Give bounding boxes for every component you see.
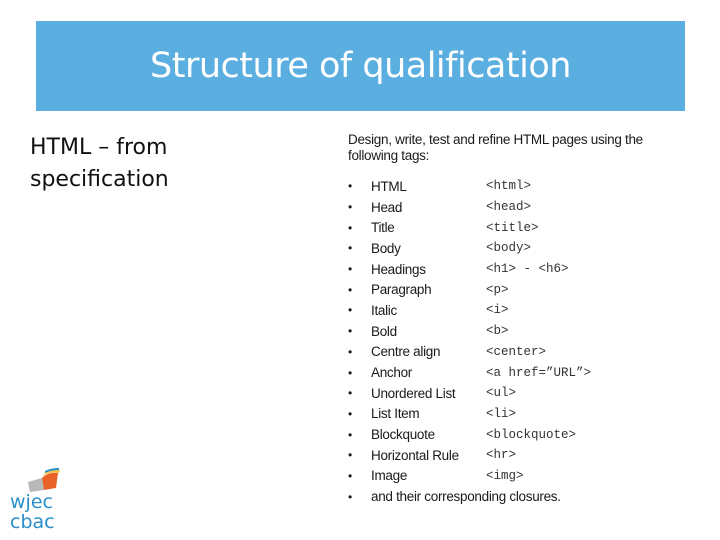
tag-list-item: • Headings <h1> - <h6>	[348, 259, 678, 280]
tag-list-item: • Body <body>	[348, 238, 678, 259]
tag-list-item: • Blockquote <blockquote>	[348, 424, 678, 445]
element-name: Italic	[371, 302, 397, 318]
element-name: Body	[371, 240, 401, 256]
bullet-icon: •	[348, 303, 352, 318]
tag-list-item: • Anchor <a href=”URL”>	[348, 362, 678, 383]
element-tag: <li>	[486, 406, 517, 421]
bullet-icon: •	[348, 406, 352, 421]
tag-list-item: • Paragraph <p>	[348, 279, 678, 300]
tag-list-item: • Image <img>	[348, 466, 678, 487]
element-tag: <p>	[486, 282, 509, 297]
element-name: List Item	[371, 406, 420, 422]
tag-list-item: • Title <title>	[348, 217, 678, 238]
bullet-icon: •	[348, 241, 352, 256]
tag-list-item: • Horizontal Rule <hr>	[348, 445, 678, 466]
element-name: Centre align	[371, 344, 441, 360]
tag-list-item: • Centre align <center>	[348, 342, 678, 363]
element-name: Headings	[371, 261, 426, 277]
title-bar: Structure of qualification	[36, 21, 685, 111]
element-name: Unordered List	[371, 385, 456, 401]
element-tag: <ul>	[486, 386, 517, 401]
left-caption: HTML – from specification	[30, 135, 169, 192]
bullet-icon: •	[348, 489, 352, 504]
element-tag: <title>	[486, 220, 539, 235]
element-name: Title	[371, 220, 395, 236]
element-tag: <hr>	[486, 448, 517, 463]
closing-text: and their corresponding closures.	[371, 489, 561, 505]
bullet-icon: •	[348, 324, 352, 339]
element-tag: <b>	[486, 324, 509, 339]
wjec-cbac-logo: wjec cbac	[10, 468, 60, 530]
specification-excerpt: Design, write, test and refine HTML page…	[348, 132, 678, 507]
element-name: Head	[371, 199, 403, 215]
bullet-icon: •	[348, 365, 352, 380]
bullet-icon: •	[348, 262, 352, 277]
spec-intro: Design, write, test and refine HTML page…	[348, 132, 643, 163]
element-name: Anchor	[371, 365, 412, 381]
logo-text-cbac: cbac	[10, 511, 55, 530]
book-icon	[28, 468, 60, 492]
element-name: Bold	[371, 323, 397, 339]
bullet-icon: •	[348, 200, 352, 215]
element-tag: <h1> - <h6>	[486, 262, 569, 277]
slide-title: Structure of qualification	[150, 46, 571, 86]
element-tag: <body>	[486, 241, 532, 256]
element-tag: <blockquote>	[486, 427, 577, 442]
element-tag: <i>	[486, 303, 509, 318]
tag-list-closing: • and their corresponding closures.	[348, 486, 678, 507]
element-tag: <html>	[486, 179, 532, 194]
tag-list-item: • Unordered List <ul>	[348, 383, 678, 404]
logo-text-wjec: wjec	[10, 491, 53, 513]
tag-list-item: • HTML <html>	[348, 176, 678, 197]
bullet-icon: •	[348, 468, 352, 483]
bullet-icon: •	[348, 179, 352, 194]
bullet-icon: •	[348, 448, 352, 463]
bullet-icon: •	[348, 427, 352, 442]
tag-list-item: • Head <head>	[348, 197, 678, 218]
element-name: Horizontal Rule	[371, 447, 459, 463]
element-name: Image	[371, 468, 408, 484]
bullet-icon: •	[348, 344, 352, 359]
bullet-icon: •	[348, 386, 352, 401]
bullet-icon: •	[348, 282, 352, 297]
element-name: Paragraph	[371, 282, 432, 298]
element-tag: <head>	[486, 200, 532, 215]
element-name: HTML	[371, 178, 407, 194]
element-name: Blockquote	[371, 427, 435, 443]
element-tag: <img>	[486, 468, 524, 483]
tag-list-item: • Bold <b>	[348, 321, 678, 342]
element-tag: <center>	[486, 344, 547, 359]
element-tag: <a href=”URL”>	[486, 365, 592, 380]
tag-list: • HTML <html> • Head <head> • Title <title> • Body…	[348, 176, 678, 507]
tag-list-item: • List Item <li>	[348, 404, 678, 425]
bullet-icon: •	[348, 220, 352, 235]
tag-list-item: • Italic <i>	[348, 300, 678, 321]
